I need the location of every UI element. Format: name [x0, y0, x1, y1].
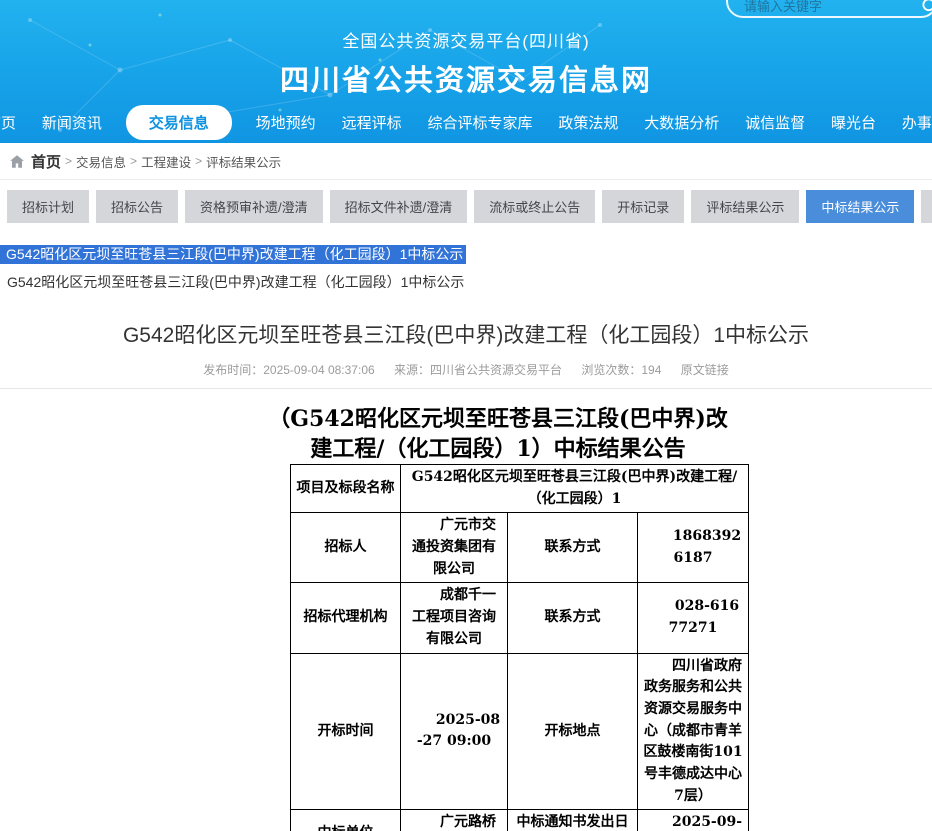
breadcrumb-item-engineering[interactable]: 工程建设 — [141, 152, 191, 171]
home-icon[interactable] — [9, 154, 25, 169]
field-value-cell: 2025-09-10 — [638, 810, 749, 831]
field-label-cell: 项目及标段名称 — [291, 465, 401, 513]
category-tab[interactable]: 招标文件补遗/澄清 — [330, 190, 468, 223]
nav-item[interactable]: 新闻资讯 — [40, 106, 104, 139]
category-tab[interactable]: 开标记录 — [602, 190, 684, 223]
site-title: 四川省公共资源交易信息网 — [0, 57, 932, 99]
nav-item[interactable]: 诚信监督 — [743, 106, 807, 139]
category-tab[interactable]: 中标结果公示 — [806, 190, 914, 223]
category-tabs: 招标计划招标公告资格预审补遗/澄清招标文件补遗/澄清流标或终止公告开标记录评标结… — [0, 190, 932, 223]
table-row: 招标人广元市交通投资集团有限公司联系方式18683926187 — [291, 513, 749, 583]
original-link[interactable]: 原文链接 — [681, 363, 729, 377]
table-row: 开标时间2025-08-27 09:00开标地点四川省政府政务服务和公共资源交易… — [291, 653, 749, 810]
table-row: 项目及标段名称G542昭化区元坝至旺苍县三江段(巴中界)改建工程/（化工园段）1 — [291, 465, 749, 513]
field-label-cell: 中标单位 — [291, 810, 401, 831]
field-label-cell: 招标代理机构 — [291, 583, 401, 653]
field-label-cell: 开标地点 — [508, 653, 638, 810]
category-tab[interactable]: 签约履行 — [921, 190, 932, 223]
nav-item[interactable]: 首页 — [0, 106, 18, 139]
source: 来源：四川省公共资源交易平台 — [394, 363, 562, 377]
notice-table-body: 项目及标段名称G542昭化区元坝至旺苍县三江段(巴中界)改建工程/（化工园段）1… — [291, 465, 749, 831]
field-value-cell: 四川省政府政务服务和公共资源交易服务中心（成都市青羊区鼓楼南街101号丰德成达中… — [638, 653, 749, 810]
notice-title: （G542昭化区元坝至旺苍县三江段(巴中界)改 建工程/（化工园段）1）中标结果… — [236, 404, 760, 464]
breadcrumb-item-trade-info[interactable]: 交易信息 — [76, 152, 126, 171]
platform-title: 全国公共资源交易平台(四川省) — [0, 0, 932, 52]
nav-item[interactable]: 场地预约 — [254, 106, 318, 139]
category-tab[interactable]: 流标或终止公告 — [474, 190, 595, 223]
main-nav: 首页新闻资讯交易信息场地预约远程评标综合评标专家库政策法规大数据分析诚信监督曝光… — [0, 99, 932, 143]
breadcrumb-separator: > — [65, 154, 72, 168]
nav-item[interactable]: 交易信息 — [126, 105, 232, 140]
field-value-cell: G542昭化区元坝至旺苍县三江段(巴中界)改建工程/（化工园段）1 — [401, 465, 749, 513]
field-label-cell: 开标时间 — [291, 653, 401, 810]
view-count: 浏览次数：194 — [581, 363, 661, 377]
notice-table: 项目及标段名称G542昭化区元坝至旺苍县三江段(巴中界)改建工程/（化工园段）1… — [290, 464, 749, 831]
notice-document: （G542昭化区元坝至旺苍县三江段(巴中界)改 建工程/（化工园段）1）中标结果… — [236, 404, 760, 831]
result-list: G542昭化区元坝至旺苍县三江段(巴中界)改建工程（化工园段）1中标公示 — [0, 244, 932, 264]
nav-item[interactable]: 政策法规 — [556, 106, 620, 139]
category-tab[interactable]: 评标结果公示 — [691, 190, 799, 223]
table-row: 中标单位广元路桥集团有限公司中标通知书发出日期2025-09-10 — [291, 810, 749, 831]
breadcrumb: 首页 > 交易信息 > 工程建设 > 评标结果公示 — [0, 143, 932, 180]
breadcrumb-separator: > — [195, 154, 202, 168]
table-row: 招标代理机构成都千一工程项目咨询有限公司联系方式028-61677271 — [291, 583, 749, 653]
category-tab[interactable]: 招标公告 — [96, 190, 178, 223]
breadcrumb-item-eval-result[interactable]: 评标结果公示 — [206, 152, 281, 171]
article-meta: 发布时间：2025-09-04 08:37:06 来源：四川省公共资源交易平台 … — [0, 361, 932, 378]
category-tab[interactable]: 资格预审补遗/澄清 — [185, 190, 323, 223]
field-value-cell: 广元路桥集团有限公司 — [401, 810, 508, 831]
field-value-cell: 广元市交通投资集团有限公司 — [401, 513, 508, 583]
field-label-cell: 中标通知书发出日期 — [508, 810, 638, 831]
breadcrumb-separator: > — [130, 154, 137, 168]
field-label-cell: 联系方式 — [508, 583, 638, 653]
nav-item[interactable]: 远程评标 — [340, 106, 404, 139]
field-value-cell: 028-61677271 — [638, 583, 749, 653]
nav-item[interactable]: 综合评标专家库 — [425, 106, 534, 139]
nav-item[interactable]: 曝光台 — [829, 106, 878, 139]
field-label-cell: 招标人 — [291, 513, 401, 583]
breadcrumb-home[interactable]: 首页 — [31, 151, 61, 172]
category-tab[interactable]: 招标计划 — [7, 190, 89, 223]
nav-item[interactable]: 办事服务 — [900, 106, 932, 139]
divider — [0, 388, 932, 389]
publish-time: 发布时间：2025-09-04 08:37:06 — [203, 363, 374, 377]
nav-item[interactable]: 大数据分析 — [642, 106, 721, 139]
result-link-selected[interactable]: G542昭化区元坝至旺苍县三江段(巴中界)改建工程（化工园段）1中标公示 — [0, 245, 466, 264]
result-link[interactable]: G542昭化区元坝至旺苍县三江段(巴中界)改建工程（化工园段）1中标公示 — [0, 272, 932, 292]
field-value-cell: 2025-08-27 09:00 — [401, 653, 508, 810]
page-title: G542昭化区元坝至旺苍县三江段(巴中界)改建工程（化工园段）1中标公示 — [0, 319, 932, 349]
site-header: 全国公共资源交易平台(四川省) 四川省公共资源交易信息网 首页新闻资讯交易信息场… — [0, 0, 932, 143]
field-value-cell: 成都千一工程项目咨询有限公司 — [401, 583, 508, 653]
field-label-cell: 联系方式 — [508, 513, 638, 583]
field-value-cell: 18683926187 — [638, 513, 749, 583]
